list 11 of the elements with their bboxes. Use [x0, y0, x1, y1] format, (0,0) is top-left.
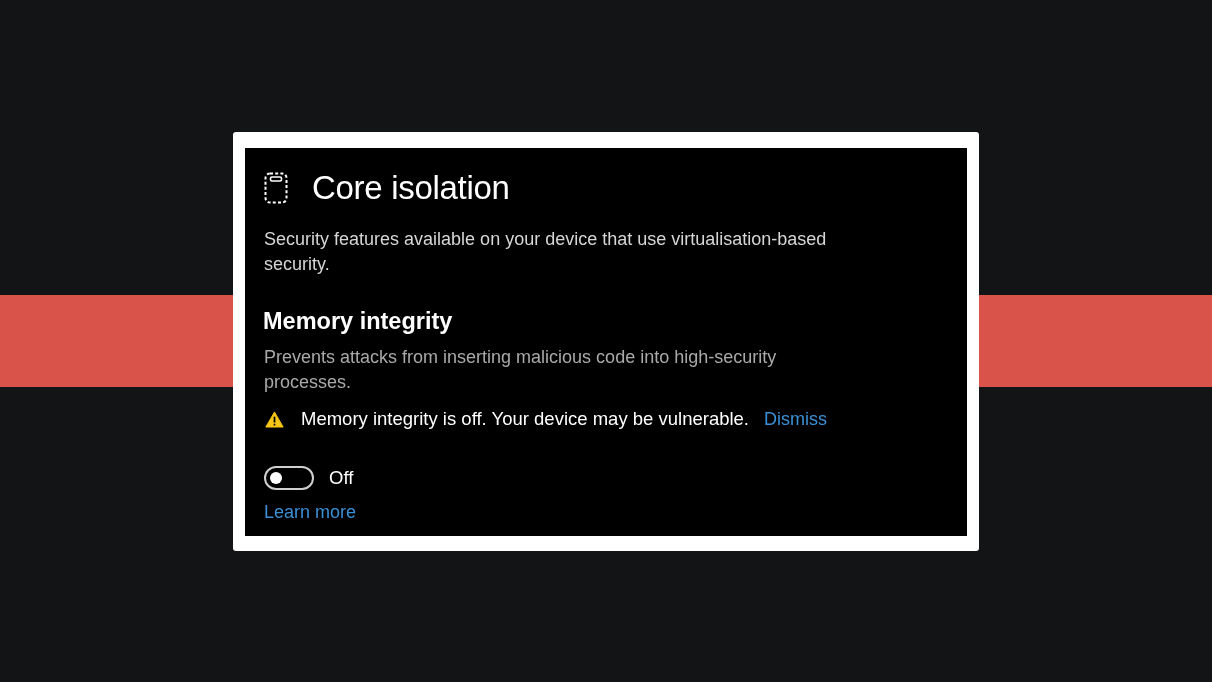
toggle-state-label: Off — [329, 466, 354, 489]
section-heading: Memory integrity — [263, 306, 453, 336]
page-title: Core isolation — [312, 170, 510, 205]
chip-outline-icon — [264, 171, 288, 204]
toggle-switch[interactable] — [264, 465, 314, 490]
section-description: Prevents attacks from inserting malicious code into high-security processes. — [264, 345, 778, 394]
page-description: Security features available on your device that use virtualisation-based security. — [264, 227, 828, 276]
dismiss-link[interactable]: Dismiss — [764, 408, 827, 430]
warning-icon — [265, 410, 284, 428]
warning-message: Memory integrity is off. Your device may be vulnerable. — [301, 408, 749, 430]
learn-more-link[interactable]: Learn more — [264, 499, 357, 524]
